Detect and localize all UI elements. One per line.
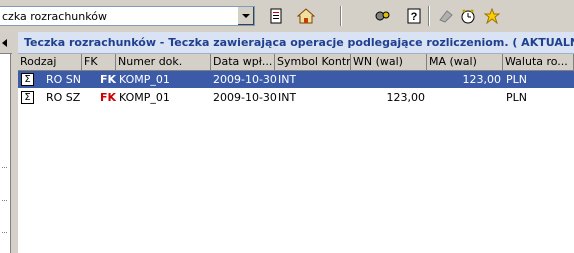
panel-title-bar: Teczka rozrachunków - Teczka zawierająca… bbox=[18, 32, 574, 54]
table-row[interactable]: Σ RO SZ FK KOMP_01 2009-10-30 INT 123,00… bbox=[18, 89, 574, 106]
collapse-left-pane-button[interactable] bbox=[0, 32, 12, 54]
column-header-data[interactable]: Data wpł... bbox=[211, 54, 275, 70]
cell-ma bbox=[427, 89, 503, 106]
left-pane bbox=[0, 32, 11, 253]
cell-numer: KOMP_01 bbox=[119, 73, 170, 86]
chevron-down-icon[interactable] bbox=[237, 7, 254, 25]
column-header-wn[interactable]: WN (wal) bbox=[351, 54, 427, 70]
help-icon[interactable]: ? bbox=[404, 7, 424, 25]
column-header-symbol-kontr[interactable]: Symbol Kontr. bbox=[275, 54, 351, 70]
cell-wn bbox=[351, 71, 427, 88]
folder-combobox-value: czka rozrachunków bbox=[2, 10, 107, 23]
toolbar: czka rozrachunków ? bbox=[0, 0, 574, 32]
cell-fk: FK bbox=[100, 73, 117, 86]
table-row[interactable]: Σ RO SN FK KOMP_01 2009-10-30 INT 123,00… bbox=[18, 71, 574, 88]
svg-text:?: ? bbox=[411, 11, 418, 23]
column-header-rodzaj[interactable]: Rodzaj bbox=[18, 54, 82, 70]
cell-fk: FK bbox=[100, 91, 117, 104]
sigma-icon: Σ bbox=[21, 91, 34, 104]
column-header-numer-dok[interactable]: Numer dok. bbox=[116, 54, 211, 70]
table-header: Rodzaj FK Numer dok. Data wpł... Symbol … bbox=[18, 54, 574, 71]
cell-waluta: PLN bbox=[506, 91, 527, 104]
sigma-icon: Σ bbox=[21, 73, 34, 86]
star-icon[interactable] bbox=[482, 7, 502, 25]
column-header-waluta[interactable]: Waluta ro... bbox=[503, 54, 574, 70]
main-panel: Teczka rozrachunków - Teczka zawierająca… bbox=[18, 32, 574, 253]
document-edit-icon[interactable] bbox=[266, 7, 286, 25]
toolbar-separator bbox=[428, 6, 430, 26]
cell-data: 2009-10-30 bbox=[213, 91, 277, 104]
divider bbox=[2, 167, 7, 168]
tools-icon[interactable] bbox=[373, 7, 393, 25]
cell-data: 2009-10-30 bbox=[213, 73, 277, 86]
folder-combobox[interactable]: czka rozrachunków bbox=[0, 6, 255, 26]
cell-rodzaj: RO SZ bbox=[46, 91, 81, 104]
eraser-icon[interactable] bbox=[436, 7, 456, 25]
cell-waluta: PLN bbox=[506, 73, 527, 86]
divider bbox=[2, 200, 7, 201]
panel-title: Teczka rozrachunków - Teczka zawierająca… bbox=[24, 36, 574, 49]
column-header-fk[interactable]: FK bbox=[82, 54, 116, 70]
home-icon[interactable] bbox=[296, 7, 316, 25]
divider bbox=[2, 232, 7, 233]
cell-symbol: INT bbox=[278, 73, 297, 86]
clock-icon[interactable] bbox=[458, 7, 478, 25]
cell-numer: KOMP_01 bbox=[119, 91, 170, 104]
cell-wn: 123,00 bbox=[386, 91, 426, 104]
cell-ma: 123,00 bbox=[462, 73, 502, 86]
column-header-ma[interactable]: MA (wal) bbox=[427, 54, 503, 70]
toolbar-separator bbox=[340, 6, 342, 26]
cell-rodzaj: RO SN bbox=[46, 73, 82, 86]
cell-symbol: INT bbox=[278, 91, 297, 104]
